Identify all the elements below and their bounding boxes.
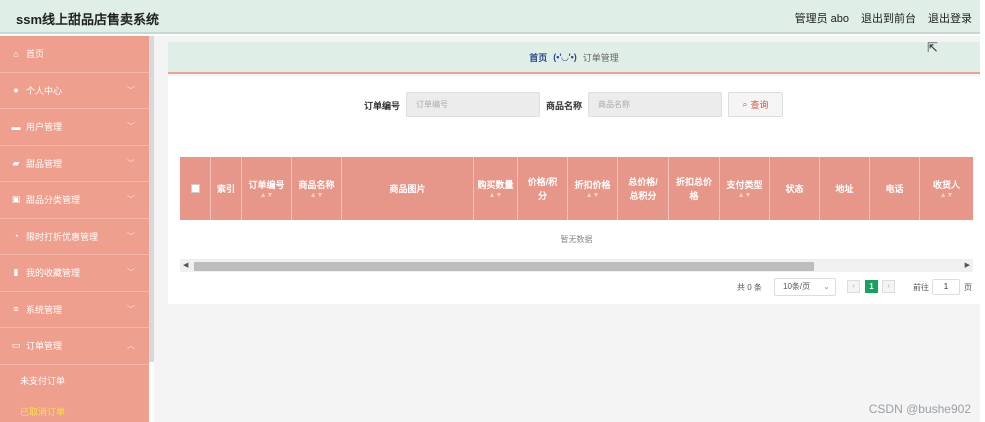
column-header[interactable]: 订单编号 ▲▼: [242, 157, 292, 220]
order-no-input[interactable]: 订单编号: [406, 92, 540, 117]
order-icon: ▭: [11, 340, 21, 351]
sidebar-item-users[interactable]: ▬ 用户管理 ﹀: [0, 109, 149, 146]
sidebar-item-label: 个人中心: [26, 85, 63, 96]
sort-icon[interactable]: ▲▼: [738, 192, 752, 200]
sidebar-item-home[interactable]: ⌂ 首页: [0, 36, 149, 73]
sort-icon[interactable]: ▲▼: [310, 192, 324, 200]
sidebar-item-discounts[interactable]: ◔ 限时打折优惠管理 ﹀: [0, 219, 149, 255]
search-icon: ⌕: [742, 99, 748, 109]
column-header[interactable]: 商品名称 ▲▼: [292, 157, 342, 220]
query-button[interactable]: ⌕ 查询: [728, 92, 783, 117]
timer-icon: ◔: [13, 231, 19, 242]
sort-icon[interactable]: ▲▼: [940, 192, 954, 200]
order-no-label: 订单编号: [364, 101, 401, 111]
sidebar-item-label: 用户管理: [26, 122, 63, 133]
header-actions: 管理员 abo 退出到前台 退出登录: [795, 10, 972, 26]
chevron-down-icon: ﹀: [127, 268, 135, 277]
sort-icon[interactable]: ▲▼: [586, 192, 600, 200]
sort-icon[interactable]: ▲▼: [489, 192, 503, 200]
product-name-label: 商品名称: [546, 101, 583, 111]
column-header[interactable]: 电话: [870, 157, 920, 220]
sidebar-item-label: 首页: [26, 49, 45, 60]
sidebar-item-categories[interactable]: ▣ 甜品分类管理 ﹀: [0, 182, 149, 219]
chevron-down-icon: ﹀: [127, 304, 135, 314]
scroll-left-icon[interactable]: ◀: [183, 261, 188, 269]
select-all-cell: [180, 157, 211, 220]
bar-chart-icon: ▮: [13, 267, 19, 278]
sidebar-subitem-cancelled[interactable]: 已取消订单: [0, 395, 149, 422]
order-panel: 订单编号 订单编号 商品名称 商品名称 ⌕ 查询 索引 订单编号 ▲▼ 商品名称 ▲…: [168, 76, 980, 304]
sidebar-item-label: 甜品分类管理: [26, 195, 81, 206]
column-header[interactable]: 商品图片: [342, 157, 474, 220]
query-button-label: 查询: [750, 100, 769, 110]
sidebar-item-profile[interactable]: ● 个人中心 ﹀: [0, 73, 149, 109]
top-header: ssm线上甜品店售卖系统 管理员 abo 退出到前台 退出登录: [0, 0, 980, 34]
sidebar-item-orders[interactable]: ▭ 订单管理 ︿: [0, 328, 149, 365]
column-header[interactable]: 地址: [820, 157, 870, 220]
watermark: CSDN @bushe902: [868, 402, 971, 416]
exit-to-front-link[interactable]: 退出到前台: [861, 10, 916, 26]
goto-label: 前往: [913, 283, 929, 292]
column-header[interactable]: 支付类型 ▲▼: [720, 157, 770, 220]
product-name-input[interactable]: 商品名称: [588, 92, 722, 117]
sidebar-item-label: 我的收藏管理: [26, 268, 81, 279]
table-horizontal-scrollbar[interactable]: ◀ ▶: [180, 260, 973, 272]
chevron-down-icon: ﹀: [127, 195, 135, 204]
next-page-button[interactable]: ›: [882, 280, 895, 293]
category-icon: ▣: [11, 194, 21, 205]
goto-page-input[interactable]: 1: [932, 279, 960, 295]
sidebar-item-label: 甜品管理: [26, 158, 63, 169]
menu-icon: ≡: [13, 304, 19, 315]
sidebar-item-favorites[interactable]: ▮ 我的收藏管理 ﹀: [0, 255, 149, 292]
page-size-select[interactable]: 10条/页 ⌄: [774, 278, 836, 296]
sidebar-item-label: 系统管理: [26, 304, 63, 315]
scroll-right-icon[interactable]: ▶: [965, 261, 970, 269]
select-all-checkbox[interactable]: [190, 184, 200, 193]
sidebar-item-label: 限时打折优惠管理: [26, 231, 99, 242]
main-content: 首页 (•'◡'•) 订单管理 订单编号 订单编号 商品名称 商品名称 ⌕ 查询…: [154, 36, 980, 422]
chevron-down-icon: ﹀: [127, 122, 135, 131]
user-card-icon: ▬: [11, 121, 21, 132]
column-header[interactable]: 折扣价格 ▲▼: [568, 157, 618, 220]
column-header[interactable]: 收货人 ▲▼: [920, 157, 973, 220]
logout-link[interactable]: 退出登录: [928, 10, 972, 26]
breadcrumb-home[interactable]: 首页: [529, 51, 547, 64]
breadcrumb-current: 订单管理: [582, 52, 619, 63]
column-header[interactable]: 折扣总价格: [669, 157, 720, 220]
current-user: 管理员 abo: [794, 13, 849, 25]
empty-state: 暂无数据: [180, 220, 973, 260]
column-header[interactable]: 价格/积分: [518, 157, 568, 220]
column-header[interactable]: 购买数量 ▲▼: [474, 157, 518, 220]
sidebar-item-system[interactable]: ≡ 系统管理 ﹀: [0, 292, 149, 328]
breadcrumb-emoticon: (•'◡'•): [553, 51, 577, 62]
sidebar-item-desserts[interactable]: ▰ 甜品管理 ﹀: [0, 146, 149, 182]
column-header[interactable]: 状态: [770, 157, 820, 220]
current-page-button[interactable]: 1: [865, 280, 878, 293]
sidebar-item-label: 订单管理: [26, 341, 63, 352]
page-suffix: 页: [964, 283, 972, 292]
breadcrumb: 首页 (•'◡'•) 订单管理: [168, 42, 980, 74]
sidebar-subitem-unpaid[interactable]: 未支付订单: [0, 364, 149, 396]
chevron-up-icon: ︿: [127, 341, 135, 350]
chevron-down-icon: ⌄: [823, 282, 830, 291]
chevron-down-icon: ﹀: [127, 231, 135, 241]
prev-page-button[interactable]: ‹: [847, 280, 860, 293]
home-icon: ⌂: [13, 48, 19, 59]
app-title: ssm线上甜品店售卖系统: [16, 12, 160, 27]
chevron-down-icon: ﹀: [127, 85, 135, 95]
cake-icon: ▰: [12, 157, 20, 168]
column-header[interactable]: 总价格/总积分: [618, 157, 669, 220]
chevron-down-icon: ﹀: [127, 158, 135, 168]
sidebar: ⌂ 首页 ● 个人中心 ﹀ ▬ 用户管理 ﹀ ▰ 甜品管理 ﹀ ▣ 甜品分类管理…: [0, 36, 149, 422]
search-bar: 订单编号 订单编号 商品名称 商品名称 ⌕ 查询: [168, 92, 980, 118]
table-header: 索引 订单编号 ▲▼ 商品名称 ▲▼ 商品图片 购买数量 ▲▼ 价格/积分 折扣价格 ▲…: [180, 157, 973, 220]
sort-icon[interactable]: ▲▼: [260, 192, 274, 200]
scrollbar-thumb[interactable]: [194, 262, 814, 271]
mouse-cursor-icon: ⇱: [927, 40, 938, 55]
column-header: 索引: [211, 157, 242, 220]
total-count: 共 0 条: [737, 283, 762, 292]
pagination: 共 0 条 10条/页 ⌄ ‹ 1 › 前往 1 页: [168, 278, 980, 298]
person-icon: ●: [13, 85, 19, 96]
order-table: 索引 订单编号 ▲▼ 商品名称 ▲▼ 商品图片 购买数量 ▲▼ 价格/积分 折扣价格 ▲…: [180, 157, 973, 272]
